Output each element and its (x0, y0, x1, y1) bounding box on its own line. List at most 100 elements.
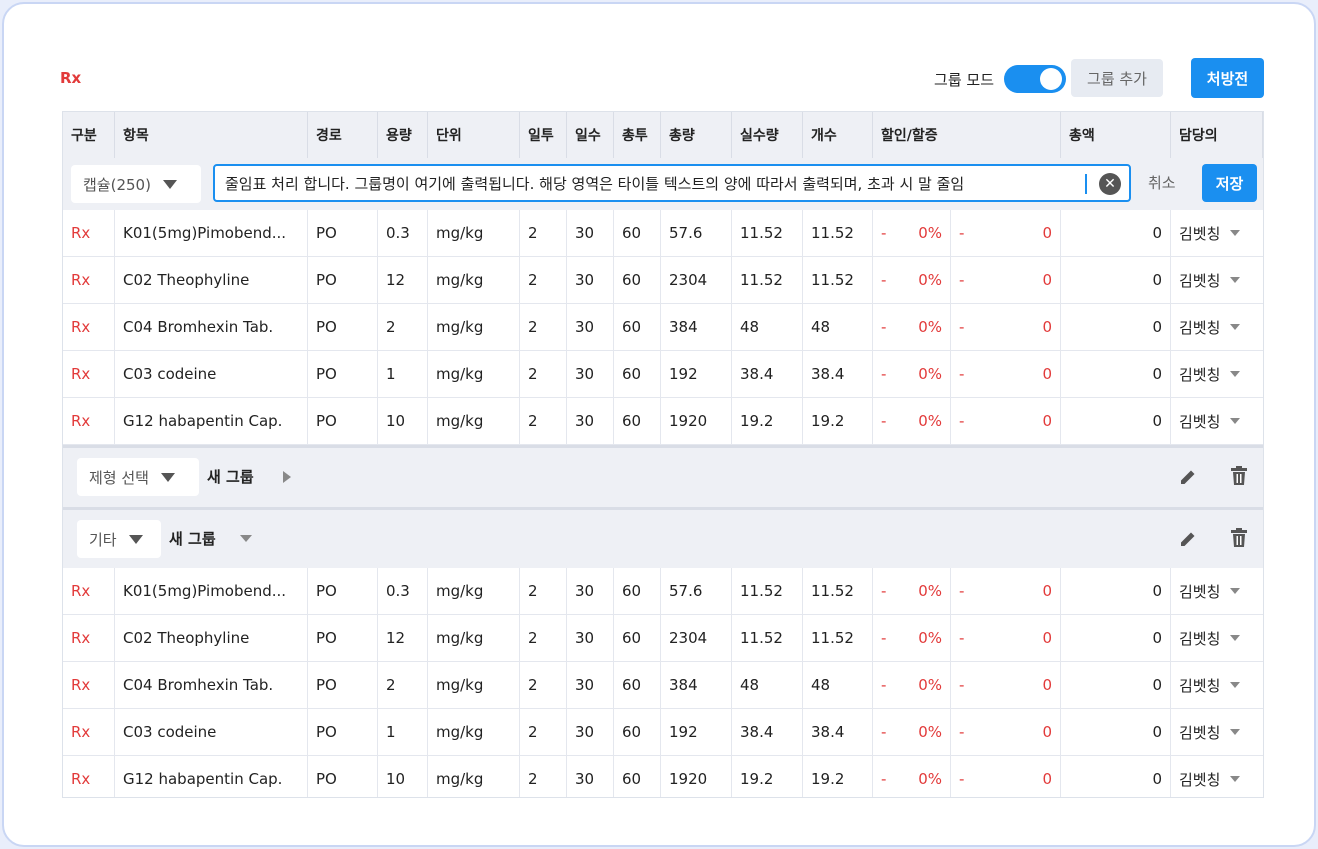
group-add-button[interactable]: 그룹 추가 (1071, 59, 1163, 97)
table-row[interactable]: Rx K01(5mg)Pimobend... PO 0.3 mg/kg 2 30 60 57.6… (63, 210, 1263, 257)
trash-icon[interactable] (1230, 528, 1248, 548)
table-row[interactable]: Rx K01(5mg)Pimobend... PO 0.3 mg/kg 2 30 60 57.6… (63, 568, 1263, 615)
doctor-select[interactable]: 김벳칭 (1171, 568, 1263, 614)
dose-cell: 1 (378, 709, 428, 755)
column-header[interactable]: 개수 (803, 112, 873, 158)
discount-amount-cell[interactable]: -0 (951, 615, 1061, 661)
count-cell: 48 (803, 304, 873, 350)
route-cell: PO (308, 756, 378, 797)
form-select[interactable]: 캡슐(250) (71, 165, 201, 203)
column-header[interactable]: 담당의 (1171, 112, 1263, 158)
discount-sign: - (959, 271, 965, 289)
doctor-name: 김벳칭 (1179, 412, 1221, 431)
actual-amount-cell: 48 (732, 304, 803, 350)
cancel-button[interactable]: 취소 (1148, 172, 1176, 193)
discount-percent-cell[interactable]: - 0% (873, 709, 951, 755)
route-cell: PO (308, 257, 378, 303)
discount-amount-cell[interactable]: -0 (951, 756, 1061, 797)
table-row[interactable]: Rx C03 codeine PO 1 mg/kg 2 30 60 192 38.4 38.4-0%… (63, 351, 1263, 398)
group-name-input[interactable]: 줄임표 처리 합니다. 그룹명이 여기에 출력됩니다. 해당 영역은 타이틀 텍… (213, 164, 1131, 202)
clear-icon[interactable]: ✕ (1099, 173, 1121, 195)
discount-sign: - (959, 318, 965, 336)
discount-percent-cell[interactable]: - 0% (873, 662, 951, 708)
count-cell: 19.2 (803, 398, 873, 444)
discount-amount-cell[interactable]: -0 (951, 257, 1061, 303)
column-header[interactable]: 단위 (428, 112, 520, 158)
save-button[interactable]: 저장 (1202, 164, 1257, 202)
doctor-select[interactable]: 김벳칭 (1171, 398, 1263, 444)
column-header[interactable]: 일투 (520, 112, 567, 158)
route-cell: PO (308, 351, 378, 397)
daily-cell: 2 (520, 257, 567, 303)
discount-percent-cell[interactable]: - 0% (873, 210, 951, 256)
group-mode-toggle[interactable] (1004, 65, 1066, 93)
total-amount-cell: 57.6 (661, 210, 732, 256)
table-row[interactable]: Rx C04 Bromhexin Tab. PO 2 mg/kg 2 30 60 384 48 48… (63, 304, 1263, 351)
table-row[interactable]: Rx C03 codeine PO 1 mg/kg 2 30 60 192 38.4 38.4-0%… (63, 709, 1263, 756)
column-header[interactable]: 할인/할증 (873, 112, 1061, 158)
toggle-knob (1040, 68, 1062, 90)
total-amount-cell: 384 (661, 662, 732, 708)
table-row[interactable]: Rx G12 habapentin Cap. PO 10 mg/kg 2 30 60 1920 1… (63, 756, 1263, 797)
discount-percent-value: 0% (918, 582, 942, 600)
column-header[interactable]: 일수 (567, 112, 614, 158)
total-doses-cell: 60 (614, 257, 661, 303)
discount-amount-cell[interactable]: -0 (951, 709, 1061, 755)
table-row[interactable]: Rx C04 Bromhexin Tab. PO 2 mg/kg 2 30 60 384 48 48… (63, 662, 1263, 709)
discount-percent-cell[interactable]: - 0% (873, 257, 951, 303)
collapse-arrow-icon[interactable] (240, 535, 252, 542)
doctor-select[interactable]: 김벳칭 (1171, 257, 1263, 303)
item-cell: C02 Theophyline (115, 257, 308, 303)
doctor-select[interactable]: 김벳칭 (1171, 351, 1263, 397)
expand-arrow-icon[interactable] (283, 471, 291, 483)
edit-pencil-icon[interactable] (1178, 467, 1198, 487)
discount-amount-cell[interactable]: -0 (951, 398, 1061, 444)
edit-pencil-icon[interactable] (1178, 529, 1198, 549)
column-header[interactable]: 실수량 (732, 112, 803, 158)
group-row-expanded: 기타 새 그룹 (63, 507, 1263, 568)
days-cell: 30 (567, 398, 614, 444)
item-cell: K01(5mg)Pimobend... (115, 210, 308, 256)
count-cell: 11.52 (803, 257, 873, 303)
group2-form-select[interactable]: 제형 선택 (77, 458, 199, 496)
discount-amount-cell[interactable]: -0 (951, 304, 1061, 350)
column-header[interactable]: 구분 (63, 112, 115, 158)
discount-percent-cell[interactable]: - 0% (873, 615, 951, 661)
doctor-select[interactable]: 김벳칭 (1171, 615, 1263, 661)
total-doses-cell: 60 (614, 351, 661, 397)
discount-percent-cell[interactable]: - 0% (873, 756, 951, 797)
doctor-select[interactable]: 김벳칭 (1171, 304, 1263, 350)
discount-percent-cell[interactable]: - 0% (873, 304, 951, 350)
table-row[interactable]: Rx G12 habapentin Cap. PO 10 mg/kg 2 30 60 1920 1… (63, 398, 1263, 445)
discount-percent-cell[interactable]: - 0% (873, 398, 951, 444)
prescribe-button[interactable]: 처방전 (1191, 58, 1264, 98)
discount-percent-cell[interactable]: - 0% (873, 351, 951, 397)
doctor-select[interactable]: 김벳칭 (1171, 756, 1263, 797)
column-header[interactable]: 총투 (614, 112, 661, 158)
actual-amount-cell: 19.2 (732, 398, 803, 444)
discount-amount-cell[interactable]: -0 (951, 351, 1061, 397)
column-header[interactable]: 경로 (308, 112, 378, 158)
doctor-select[interactable]: 김벳칭 (1171, 709, 1263, 755)
doctor-select[interactable]: 김벳칭 (1171, 662, 1263, 708)
daily-cell: 2 (520, 304, 567, 350)
rx-type-cell: Rx (63, 568, 115, 614)
table-row[interactable]: Rx C02 Theophyline PO 12 mg/kg 2 30 60 2304 11.52… (63, 257, 1263, 304)
chevron-down-icon (1230, 776, 1241, 782)
table-row[interactable]: Rx C02 Theophyline PO 12 mg/kg 2 30 60 2304 11.52… (63, 615, 1263, 662)
doctor-select[interactable]: 김벳칭 (1171, 210, 1263, 256)
total-amount-cell: 192 (661, 351, 732, 397)
discount-percent-cell[interactable]: - 0% (873, 568, 951, 614)
discount-amount-cell[interactable]: -0 (951, 568, 1061, 614)
column-header[interactable]: 용량 (378, 112, 428, 158)
unit-cell: mg/kg (428, 709, 520, 755)
trash-icon[interactable] (1230, 466, 1248, 486)
route-cell: PO (308, 210, 378, 256)
group3-form-select[interactable]: 기타 (77, 520, 161, 558)
discount-amount-cell[interactable]: -0 (951, 210, 1061, 256)
column-header[interactable]: 항목 (115, 112, 308, 158)
route-cell: PO (308, 709, 378, 755)
column-header[interactable]: 총량 (661, 112, 732, 158)
column-header[interactable]: 총액 (1061, 112, 1171, 158)
discount-amount-cell[interactable]: -0 (951, 662, 1061, 708)
